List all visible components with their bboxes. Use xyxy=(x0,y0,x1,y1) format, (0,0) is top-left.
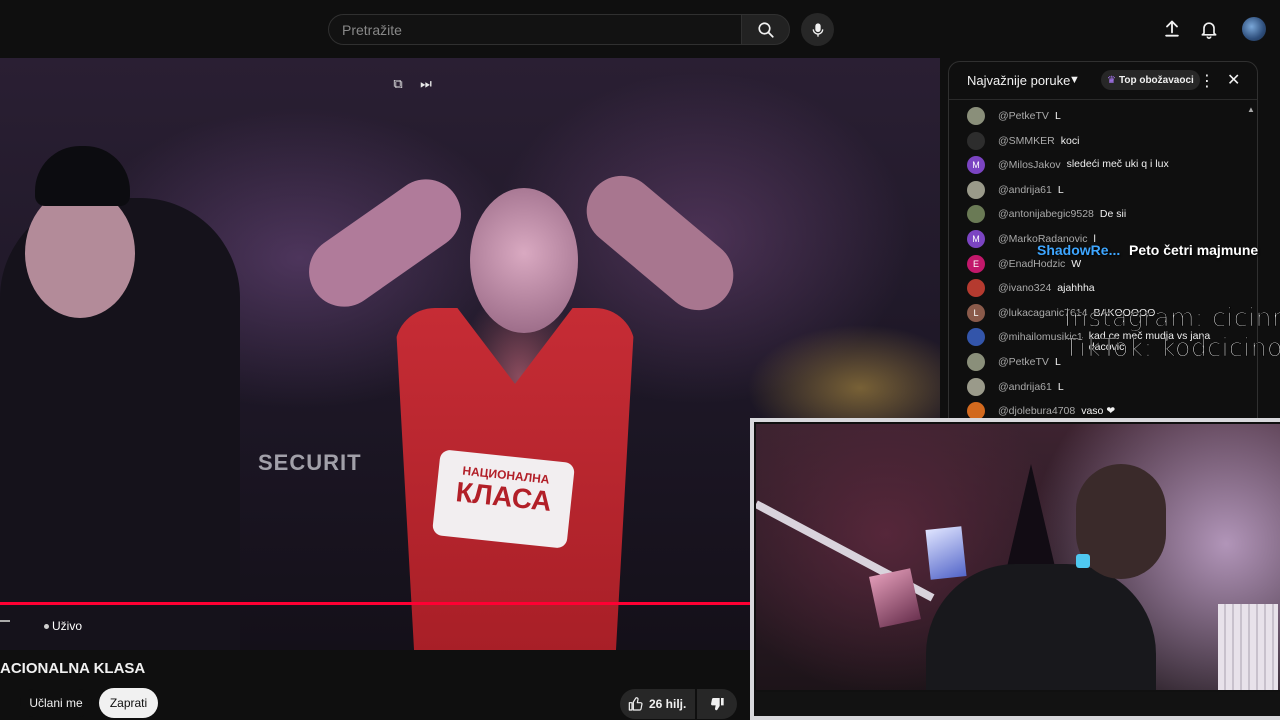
chat-author[interactable]: @andrija61 xyxy=(998,378,1052,396)
chat-author[interactable]: @antonijabegic9528 xyxy=(998,205,1094,223)
upload-button[interactable] xyxy=(1159,16,1185,42)
chat-text: L xyxy=(1054,110,1061,122)
chat-author[interactable]: @andrija61 xyxy=(998,181,1052,199)
notifications-button[interactable] xyxy=(1196,16,1222,42)
streamer-body xyxy=(926,564,1156,690)
overlay-chat-message: Peto četri majmune xyxy=(1129,242,1259,258)
voice-search-button[interactable] xyxy=(801,13,834,46)
video-figure-head xyxy=(470,188,578,333)
account-avatar[interactable] xyxy=(1242,17,1266,41)
progress-bar[interactable] xyxy=(0,602,750,605)
chat-author[interactable]: @MilosJakov xyxy=(998,156,1061,174)
chat-message[interactable]: @ivano324 ajahhha xyxy=(967,279,1247,304)
chat-message-list: @PetkeTV L @SMMKER koci M @MilosJakov sledeći … xyxy=(967,107,1247,427)
chat-avatar[interactable] xyxy=(967,131,985,150)
chat-message[interactable]: M @MilosJakov sledeći meč uki q i lux xyxy=(967,156,1247,181)
miniplayer-icon: ⧉ xyxy=(393,76,403,91)
like-button[interactable]: 26 hilj. xyxy=(620,689,695,719)
wall-poster xyxy=(869,568,921,628)
chevron-down-icon[interactable]: ▼ xyxy=(1069,74,1080,86)
chat-avatar[interactable]: E xyxy=(967,254,985,273)
chat-message[interactable]: @PetkeTV L xyxy=(967,107,1247,132)
thumb-up-icon xyxy=(628,697,643,711)
webcam-scene xyxy=(756,424,1280,690)
video-figure-cap xyxy=(35,146,130,206)
chat-avatar[interactable] xyxy=(967,352,985,371)
thumb-down-icon xyxy=(711,697,724,711)
skip-next-icon: ⏭ xyxy=(420,76,432,91)
top-fans-label: Top obožavaoci xyxy=(1118,74,1194,86)
dislike-button[interactable] xyxy=(697,689,737,719)
top-fans-button[interactable]: ♛ Top obožavaoci xyxy=(1101,70,1200,90)
chat-author[interactable]: @PetkeTV xyxy=(998,107,1049,125)
chat-author[interactable]: @SMMKER xyxy=(998,132,1055,150)
chat-avatar[interactable] xyxy=(967,107,985,125)
chat-author[interactable]: @PetkeTV xyxy=(998,353,1049,371)
chat-avatar[interactable]: L xyxy=(967,303,985,322)
mic-icon xyxy=(812,22,823,37)
more-options-icon[interactable]: ⋮ xyxy=(1199,71,1215,91)
chat-avatar[interactable] xyxy=(967,377,985,396)
video-figure-arm xyxy=(572,161,748,325)
chat-text: L xyxy=(1057,380,1064,393)
chat-text: koci xyxy=(1060,134,1080,147)
bell-icon xyxy=(1201,22,1217,39)
chat-mode-selector[interactable]: Najvažnije poruke xyxy=(967,73,1070,88)
close-icon[interactable]: ✕ xyxy=(1227,70,1240,90)
chat-avatar[interactable] xyxy=(967,328,985,347)
join-button[interactable]: Učlani me xyxy=(20,689,92,717)
subscribe-button[interactable]: Zaprati xyxy=(99,688,158,718)
chat-avatar[interactable] xyxy=(967,279,985,298)
search-icon xyxy=(757,21,774,38)
chat-message[interactable]: E @EnadHodzic W xyxy=(967,254,1247,280)
jersey-logo: НАЦИОНАЛНА КЛАСА xyxy=(431,449,576,549)
video-figure-arm xyxy=(295,165,475,321)
chat-text: ajahhha xyxy=(1057,282,1095,295)
chat-author[interactable]: @ivano324 xyxy=(998,279,1051,297)
video-figure-guard-head xyxy=(25,188,135,318)
search-button[interactable] xyxy=(741,14,790,45)
search-box[interactable] xyxy=(328,14,742,45)
upload-icon xyxy=(1165,20,1179,37)
chat-message[interactable]: @andrija61 L xyxy=(967,377,1247,403)
video-background-text: SECURIT xyxy=(258,450,362,475)
wall-poster xyxy=(925,526,967,580)
chat-message[interactable]: @andrija61 L xyxy=(967,180,1247,206)
chat-message[interactable]: @SMMKER koci xyxy=(967,131,1247,157)
top-bar xyxy=(0,0,1280,58)
chat-text: sledeći meč uki q i lux xyxy=(1066,158,1169,171)
webcam-bottom-bar xyxy=(756,692,1280,716)
miniplayer-button[interactable]: ⧉ xyxy=(390,76,406,92)
chat-avatar[interactable] xyxy=(967,180,985,199)
chat-avatar[interactable] xyxy=(967,205,985,224)
like-count: 26 hilj. xyxy=(649,697,687,711)
search-input[interactable] xyxy=(329,15,742,44)
chat-avatar[interactable]: M xyxy=(967,156,985,175)
next-button[interactable]: ⏭ xyxy=(418,76,434,92)
headset-icon xyxy=(1076,554,1090,568)
crown-icon: ♛ xyxy=(1107,74,1116,86)
video-title: ACIONALNA KLASA xyxy=(0,660,146,677)
radiator xyxy=(1218,604,1278,690)
live-dot-icon xyxy=(44,624,49,629)
chat-text: L xyxy=(1057,183,1064,196)
chat-text: L xyxy=(1054,355,1061,368)
scroll-up-icon[interactable]: ▲ xyxy=(1247,105,1255,114)
webcam-overlay xyxy=(750,418,1280,720)
overlay-chat-author: ShadowRe... xyxy=(1037,242,1121,258)
chat-text: De sii xyxy=(1099,208,1127,221)
overlay-tiktok-handle: TikTok: kodcicinog xyxy=(1064,333,1280,363)
chat-avatar[interactable]: M xyxy=(967,229,985,248)
chat-header: Najvažnije poruke ▼ ♛ Top obožavaoci ⋮ ✕ xyxy=(949,62,1257,100)
chat-message[interactable]: @antonijabegic9528 De sii xyxy=(967,205,1247,230)
live-label[interactable]: Uživo xyxy=(52,619,82,633)
overlay-instagram-handle: Instagram: cicinmg xyxy=(1064,303,1280,333)
volume-indicator[interactable] xyxy=(0,620,10,622)
